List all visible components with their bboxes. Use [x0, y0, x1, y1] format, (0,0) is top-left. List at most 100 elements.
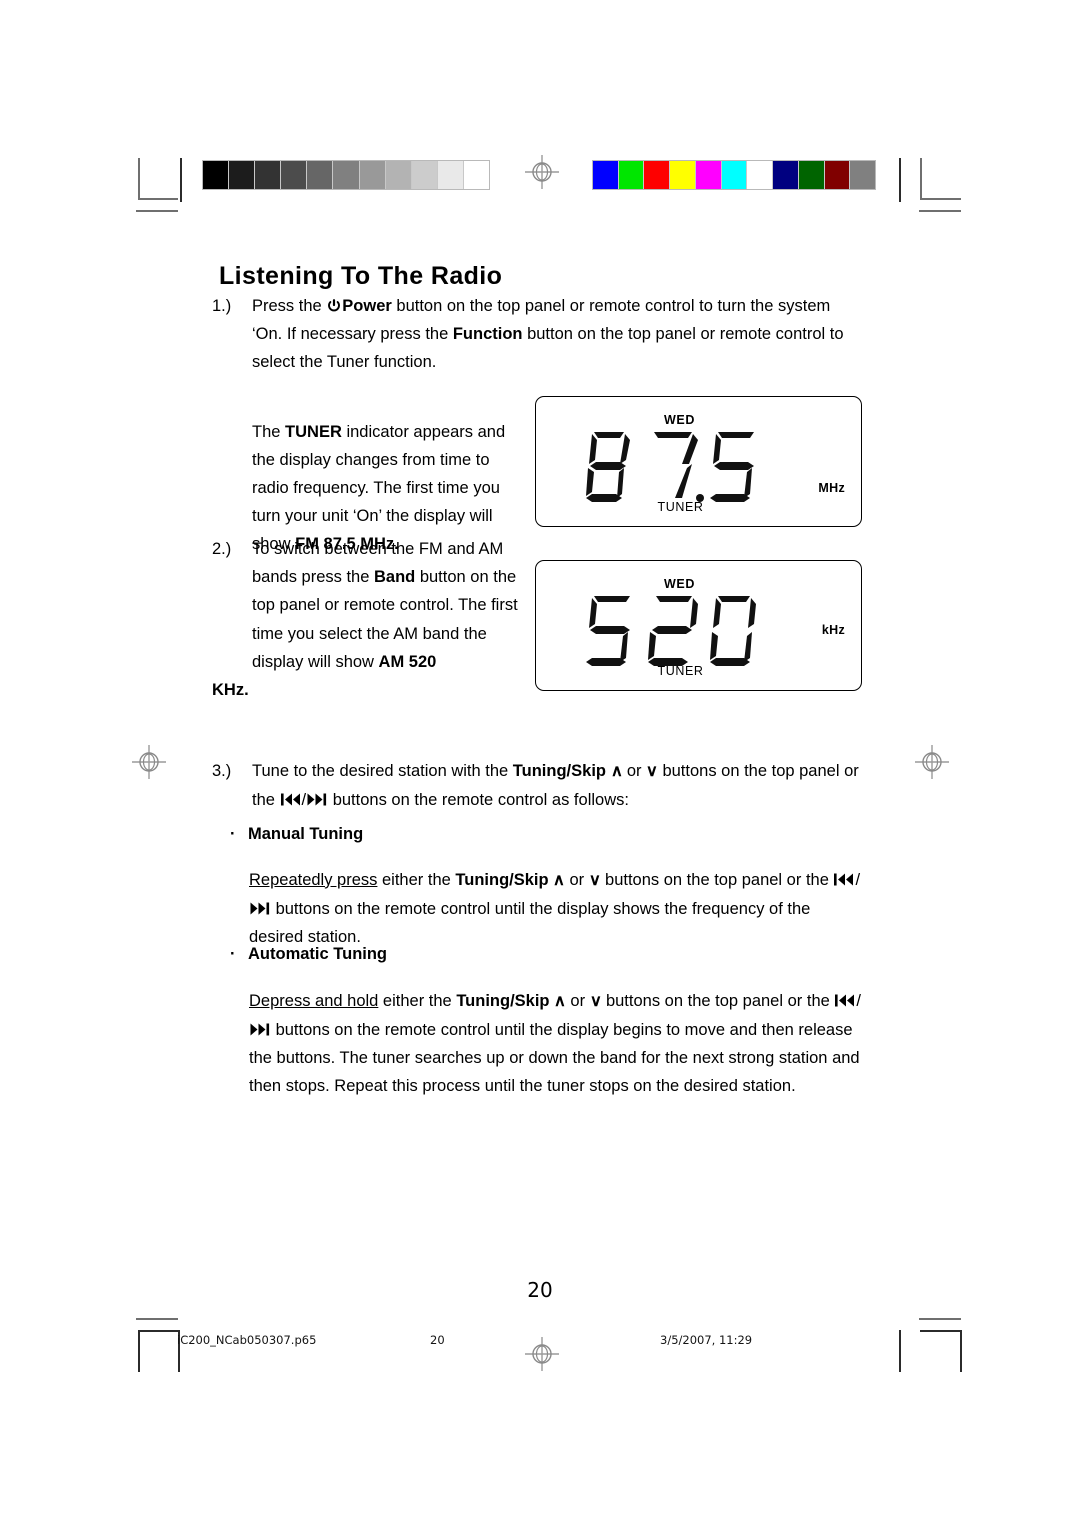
skip-forward-icon [250, 902, 270, 915]
grayscale-swatch [385, 161, 412, 189]
manual-para-text-d: buttons on the remote control until the … [249, 899, 811, 946]
grayscale-swatch [203, 161, 230, 189]
step-3-text: Tune to the desired station with the Tun… [252, 757, 864, 814]
glyph-slash: / [855, 870, 861, 889]
skip-forward-icon [307, 793, 327, 806]
instruction-step-3: 3.) Tune to the desired station with the… [212, 757, 864, 814]
step-1-text: Press the Power button on the top panel … [252, 292, 864, 377]
auto-para-text-d: buttons on the remote control until the … [249, 1020, 860, 1096]
manual-para-text-b: or [564, 870, 589, 889]
registration-target-top [525, 155, 559, 189]
crop-mark-horizontal [138, 1330, 180, 1332]
glyph-slash: / [301, 791, 307, 810]
seven-segment-digits-fm [506, 430, 861, 502]
registration-target-left [132, 745, 166, 779]
crop-mark-horizontal [920, 1330, 962, 1332]
skip-back-icon [835, 994, 855, 1007]
registration-target-bottom [525, 1337, 559, 1371]
grayscale-swatch [411, 161, 438, 189]
tuner-para-text-a: The [252, 422, 286, 441]
color-calibration-bar [592, 160, 876, 190]
step-number: 1.) [212, 297, 232, 315]
chevron-down-icon: ∨ [588, 871, 601, 889]
chevron-down-icon: ∨ [645, 763, 659, 780]
color-swatch [773, 161, 799, 189]
crop-mark-vertical [960, 1330, 962, 1372]
manual-para-text-c: buttons on the top panel or the [600, 870, 834, 889]
skip-back-icon [280, 793, 301, 806]
manual-para-text-a: either the [377, 870, 456, 889]
crop-mark-vertical [138, 1330, 140, 1372]
power-icon [327, 299, 341, 313]
grayscale-swatch [307, 161, 334, 189]
frequency-unit: kHz [821, 623, 845, 637]
glyph-slash: / [856, 991, 861, 1010]
crop-mark-trim [919, 210, 961, 212]
color-swatch [721, 161, 748, 189]
chevron-up-icon: ∧ [610, 763, 623, 780]
bullet-automatic-tuning: · Automatic Tuning [230, 940, 387, 968]
step-number: 2.) [212, 540, 232, 558]
skip-forward-icon [250, 1023, 270, 1036]
bullet-manual-tuning: · Manual Tuning [230, 820, 363, 848]
step-3-text-d: buttons on the remote control as follows… [328, 791, 629, 810]
footer-file-name: iC200_NCab050307.p65 [177, 1333, 317, 1347]
tuner-para-text-b: indicator appears and the display change… [252, 422, 506, 554]
crop-mark-trim [136, 1318, 178, 1320]
function-button-label: Function [452, 325, 523, 344]
crop-mark-vertical [138, 158, 140, 200]
automatic-tuning-paragraph: Depress and hold either the Tuning/Skip … [249, 987, 866, 1101]
power-button-label: Power [342, 297, 392, 315]
page-number: 20 [527, 1278, 553, 1302]
instruction-step-1: 1.) Press the Power button on the top pa… [212, 292, 864, 377]
footer-page-number: 20 [430, 1333, 445, 1347]
skip-back-icon [834, 873, 854, 886]
manual-tuning-label: Manual Tuning [248, 825, 364, 843]
crop-mark-bleed [899, 1330, 901, 1372]
manual-tuning-underlined-phrase: Repeatedly press [249, 870, 378, 889]
grayscale-swatch [437, 161, 464, 189]
lcd-display-am: WED kHz TUNER [535, 560, 862, 691]
crop-mark-trim [919, 1318, 961, 1320]
day-indicator: WED [664, 577, 695, 591]
step-1-text-a: Press the [252, 297, 327, 315]
crop-mark-vertical [920, 158, 922, 200]
crop-mark-bleed [899, 158, 901, 202]
seven-segment-digits-am [506, 594, 861, 666]
band-button-label: Band [374, 568, 416, 587]
grayscale-swatch [359, 161, 386, 189]
grayscale-calibration-bar [202, 160, 490, 190]
tuner-mode-indicator: TUNER [657, 664, 704, 678]
bullet-marker: · [230, 945, 236, 963]
tuner-mode-indicator: TUNER [657, 500, 704, 514]
color-swatch [695, 161, 722, 189]
chevron-down-icon: ∨ [589, 992, 602, 1010]
automatic-tuning-underlined-phrase: Depress and hold [249, 991, 379, 1010]
step-number: 3.) [212, 762, 232, 780]
step-2-text-continued: KHz. [212, 676, 522, 704]
manual-tuning-paragraph: Repeatedly press either the Tuning/Skip … [249, 866, 866, 952]
auto-para-text-c: buttons on the top panel or the [601, 991, 835, 1010]
color-swatch [644, 161, 671, 189]
crop-mark-horizontal [138, 198, 178, 200]
tuner-label: TUNER [285, 422, 342, 441]
grayscale-swatch [333, 161, 360, 189]
tuning-skip-label: Tuning/Skip [512, 762, 606, 780]
bullet-marker: · [230, 825, 236, 843]
color-swatch [593, 161, 619, 189]
step-3-text-a: Tune to the desired station with the [252, 762, 513, 780]
footer-timestamp: 3/5/2007, 11:29 [660, 1333, 753, 1347]
auto-para-text-a: either the [378, 991, 457, 1010]
instruction-step-2: 2.) To switch between the FM and AM band… [212, 535, 522, 704]
color-swatch [824, 161, 851, 189]
grayscale-swatch [255, 161, 282, 189]
step-2-text: To switch between the FM and AM bands pr… [252, 535, 522, 676]
day-indicator: WED [664, 413, 695, 427]
automatic-tuning-label: Automatic Tuning [248, 945, 388, 963]
chevron-up-icon: ∧ [553, 992, 567, 1010]
chevron-up-icon: ∧ [552, 871, 566, 889]
crop-mark-horizontal [921, 198, 961, 200]
color-swatch [670, 161, 696, 189]
lcd-display-fm: WED MHz TUNER [535, 396, 862, 527]
crop-mark-trim [136, 210, 178, 212]
